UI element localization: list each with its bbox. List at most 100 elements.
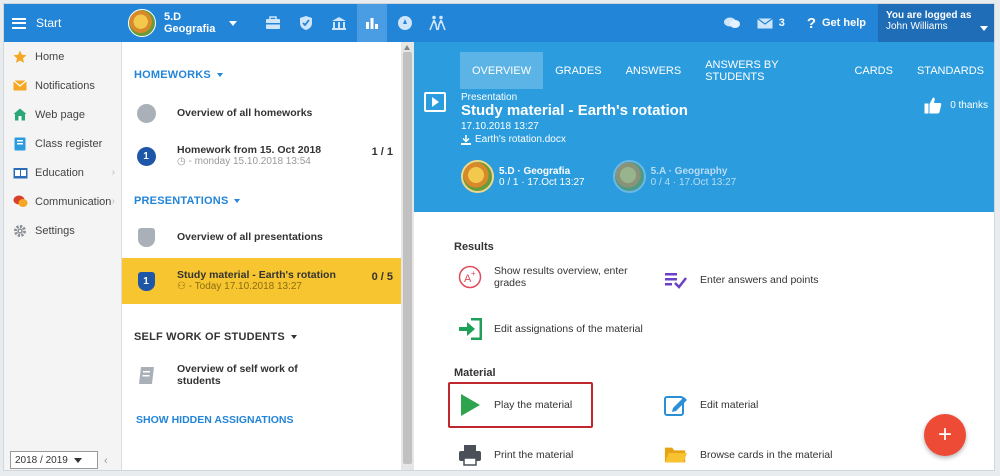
homeworks-header[interactable]: HOMEWORKS	[122, 60, 401, 90]
chip-class-name: 5.A · Geography	[650, 165, 728, 177]
row-subtitle: ⚇ - Today 17.10.2018 13:27	[177, 281, 336, 293]
chip-class-stats: 0 / 4 · 17.Oct 13:27	[650, 176, 737, 188]
school-year-value: 2018 / 2019	[15, 454, 68, 466]
building-icon[interactable]	[324, 4, 354, 42]
shield-icon[interactable]	[291, 4, 321, 42]
tab-grades[interactable]: GRADES	[543, 52, 613, 89]
edit-pencil-icon	[664, 393, 688, 417]
chip-class-name: 5.D · Geografia	[499, 165, 571, 177]
download-icon	[461, 134, 471, 145]
chevron-down-icon	[216, 73, 223, 77]
user-menu[interactable]: You are logged as John Williams	[878, 4, 994, 42]
class-subject: Geografia	[164, 23, 216, 35]
attachment-link[interactable]: Earth's rotation.docx	[461, 134, 566, 145]
sidebar-item-notifications[interactable]: Notifications	[4, 71, 121, 100]
presentation-number-badge: 1	[137, 271, 155, 291]
svg-text:+: +	[471, 269, 476, 278]
chat-icon[interactable]	[717, 4, 747, 42]
row-subtitle-text: - Today 17.10.2018 13:27	[188, 281, 302, 292]
envelope-icon	[12, 78, 28, 94]
row-count: 0 / 5	[371, 271, 393, 283]
presentation-icon	[424, 92, 446, 112]
sidebar-item-communication[interactable]: Communication ›	[4, 187, 121, 216]
thanks-count: 0 thanks	[950, 99, 988, 111]
presentation-row[interactable]: 1 Study material - Earth's rotation ⚇ - …	[122, 258, 401, 304]
play-material-action[interactable]: Play the material	[458, 393, 572, 417]
sidebar-item-education[interactable]: Education ›	[4, 158, 121, 187]
tab-overview[interactable]: OVERVIEW	[460, 52, 544, 89]
presentations-header[interactable]: PRESENTATIONS	[122, 186, 401, 216]
presentation-overview-row[interactable]: Overview of all presentations	[122, 216, 401, 258]
tab-answers-by-students[interactable]: ANSWERS BY STUDENTS	[693, 52, 842, 89]
action-label-line2: grades	[494, 277, 527, 289]
assigned-classes: 5.D · Geografia 0 / 1 · 17.Oct 13:27 5.A…	[461, 160, 736, 193]
scroll-up-icon[interactable]	[404, 45, 410, 50]
education-icon	[12, 165, 28, 181]
scroll-thumb[interactable]	[403, 52, 412, 464]
gear-icon	[12, 223, 28, 239]
material-section-label: Material	[454, 367, 496, 379]
sidebar-item-label: Education	[35, 166, 84, 179]
mail-button[interactable]: 3	[747, 4, 795, 42]
sidebar: Home Notifications Web page Class regist…	[4, 42, 122, 470]
class-chip-5d[interactable]: 5.D · Geografia 0 / 1 · 17.Oct 13:27	[461, 160, 585, 193]
class-chip-5a[interactable]: 5.A · Geography 0 / 4 · 17.Oct 13:27	[612, 160, 737, 193]
logged-as-label: You are logged as	[886, 10, 972, 21]
start-menu-button[interactable]: Start	[4, 4, 122, 42]
selfwork-overview-row[interactable]: Overview of self work of students	[122, 352, 401, 398]
register-icon	[12, 136, 28, 152]
homework-number-badge: 1	[136, 146, 156, 166]
list-check-icon	[664, 268, 688, 292]
show-hidden-assignations-link[interactable]: SHOW HIDDEN ASSIGNATIONS	[122, 414, 401, 426]
row-title-line2: students	[177, 375, 221, 387]
edit-assignations-action[interactable]: Edit assignations of the material	[458, 317, 643, 341]
star-icon	[12, 49, 28, 65]
show-results-action[interactable]: A + Show results overview, enter grades	[458, 265, 628, 289]
selfwork-header[interactable]: SELF WORK OF STUDENTS	[122, 322, 401, 352]
homework-overview-row[interactable]: Overview of all homeworks	[122, 90, 401, 136]
print-material-action[interactable]: Print the material	[458, 443, 573, 467]
sidebar-item-label: Notifications	[35, 79, 95, 92]
sidebar-item-class-register[interactable]: Class register	[4, 129, 121, 158]
notebook-icon	[136, 365, 156, 385]
tab-standards[interactable]: STANDARDS	[905, 52, 994, 89]
school-year-select[interactable]: 2018 / 2019	[10, 451, 98, 469]
compass-icon[interactable]	[390, 4, 420, 42]
top-bar: Start 5.D Geografia 3 ? Get help You are…	[4, 4, 994, 42]
action-label: Play the material	[494, 399, 573, 411]
detail-header: OVERVIEW GRADES ANSWERS ANSWERS BY STUDE…	[414, 42, 994, 212]
browse-cards-action[interactable]: Browse cards in the material	[664, 443, 832, 467]
row-title: Overview of self work of	[177, 363, 298, 375]
get-help-button[interactable]: ? Get help	[795, 4, 878, 42]
enter-answers-action[interactable]: Enter answers and points	[664, 268, 818, 292]
chart-icon[interactable]	[357, 4, 387, 42]
start-label: Start	[36, 16, 62, 30]
material-date: 17.10.2018 13:27	[461, 121, 539, 132]
homework-row[interactable]: 1 Homework from 15. Oct 2018 ◷ - monday …	[122, 136, 401, 176]
action-label: Enter answers and points	[700, 274, 819, 286]
sidebar-item-web-page[interactable]: Web page	[4, 100, 121, 129]
module-nav	[258, 4, 456, 42]
collapse-sidebar-icon[interactable]: ‹	[104, 455, 108, 467]
thumbs-up-icon	[924, 97, 942, 114]
walking-people-icon[interactable]	[423, 4, 453, 42]
tab-cards[interactable]: CARDS	[842, 52, 905, 89]
edit-material-action[interactable]: Edit material	[664, 393, 758, 417]
detail-tabs: OVERVIEW GRADES ANSWERS ANSWERS BY STUDE…	[460, 52, 994, 89]
list-scrollbar[interactable]	[401, 42, 414, 470]
row-title: Study material - Earth's rotation	[177, 269, 336, 281]
thanks-button[interactable]: 0 thanks	[924, 96, 988, 114]
add-button[interactable]: +	[924, 414, 966, 456]
class-selector[interactable]: 5.D Geografia	[128, 4, 238, 42]
row-subtitle-text: - monday 15.10.2018 13:54	[188, 156, 311, 167]
group-icon: ⚇	[177, 281, 189, 292]
sidebar-item-home[interactable]: Home	[4, 42, 121, 71]
chip-class-stats: 0 / 1 · 17.Oct 13:27	[499, 176, 585, 188]
overview-icon	[136, 103, 156, 123]
tab-answers[interactable]: ANSWERS	[614, 52, 694, 89]
action-label: Print the material	[494, 449, 574, 461]
briefcase-icon[interactable]	[258, 4, 288, 42]
sidebar-item-label: Web page	[35, 108, 85, 121]
sidebar-item-settings[interactable]: Settings	[4, 216, 121, 245]
envelope-icon	[756, 17, 773, 28]
